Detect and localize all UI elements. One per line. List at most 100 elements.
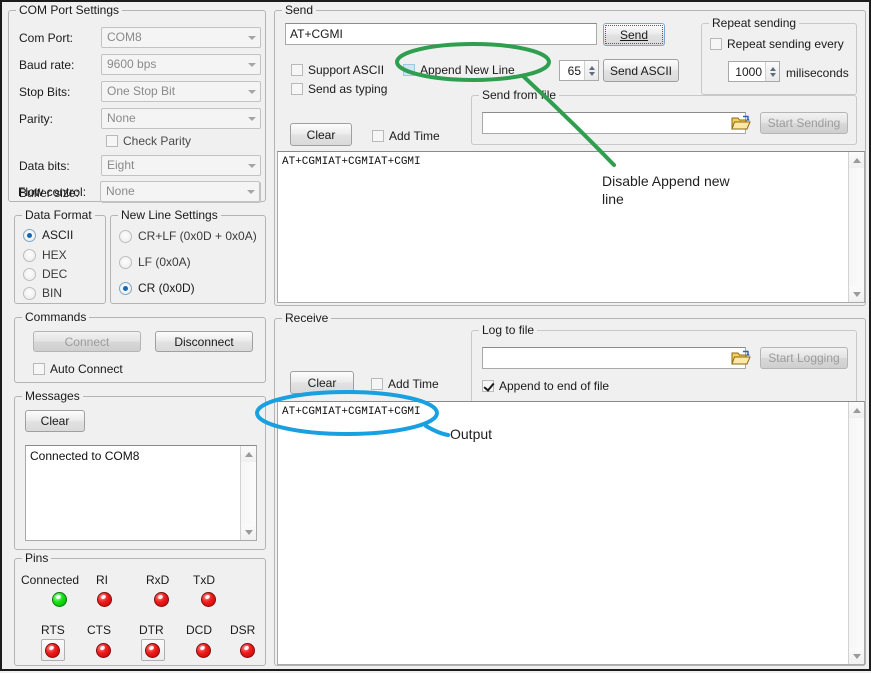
new-line-settings-title: New Line Settings xyxy=(118,208,221,222)
data-bits-label: Data bits: xyxy=(19,159,70,173)
commands-group: Commands Connect Disconnect Auto Connect xyxy=(14,317,266,383)
send-ascii-button[interactable]: Send ASCII xyxy=(603,59,679,82)
chevron-down-icon xyxy=(248,90,256,94)
send-button[interactable]: Send xyxy=(603,23,665,46)
pin-led-dsr xyxy=(240,643,255,658)
receive-title: Receive xyxy=(282,311,331,325)
receive-add-time-label: Add Time xyxy=(388,377,439,391)
radio-dot xyxy=(23,287,36,300)
radio-label: CR (0x0D) xyxy=(138,281,195,295)
send-add-time-label: Add Time xyxy=(389,129,440,143)
send-from-file-title: Send from file xyxy=(479,88,559,102)
data-format-title: Data Format xyxy=(22,208,95,222)
pin-label-txd: TxD xyxy=(193,573,215,587)
log-file-browse-button[interactable] xyxy=(730,348,752,368)
append-new-line-box xyxy=(403,64,415,76)
messages-clear-button[interactable]: Clear xyxy=(25,410,85,432)
log-to-file-group: Log to file Start Logging Append to end … xyxy=(471,330,857,403)
data-format-group: Data Format ASCII HEX DEC BIN xyxy=(14,215,106,304)
spinner-arrows[interactable] xyxy=(584,61,598,80)
stop-bits-value: One Stop Bit xyxy=(107,84,175,98)
radio-data-format-bin[interactable]: BIN xyxy=(23,286,62,300)
start-sending-button[interactable]: Start Sending xyxy=(760,112,848,134)
radio-label: DEC xyxy=(42,267,67,281)
append-new-line-checkbox[interactable]: Append New Line xyxy=(403,63,515,77)
receive-add-time-checkbox[interactable]: Add Time xyxy=(371,377,439,391)
support-ascii-checkbox[interactable]: Support ASCII xyxy=(291,63,384,77)
repeat-sending-label: Repeat sending every xyxy=(727,37,844,51)
check-parity-checkbox[interactable]: Check Parity xyxy=(106,134,191,148)
radio-dot xyxy=(23,268,36,281)
data-bits-select[interactable]: Eight xyxy=(101,155,261,176)
start-logging-button[interactable]: Start Logging xyxy=(760,347,848,369)
scroll-down-icon[interactable] xyxy=(241,524,257,540)
pins-title: Pins xyxy=(22,551,51,565)
pin-led-dcd xyxy=(196,643,211,658)
radio-dot xyxy=(23,249,36,262)
scroll-down-icon[interactable] xyxy=(849,648,865,664)
radio-newline-crlf[interactable]: CR+LF (0x0D + 0x0A) xyxy=(119,229,257,243)
send-log-scrollbar[interactable] xyxy=(848,152,864,302)
scroll-up-icon[interactable] xyxy=(849,152,865,168)
append-to-end-box xyxy=(482,380,494,392)
check-parity-label: Check Parity xyxy=(123,134,191,148)
radio-dot xyxy=(119,282,132,295)
append-to-end-checkbox[interactable]: Append to end of file xyxy=(482,379,609,393)
repeat-sending-group: Repeat sending Repeat sending every 1000… xyxy=(701,23,857,95)
send-ascii-label: Send ASCII xyxy=(610,65,672,77)
log-file-path-input[interactable] xyxy=(482,347,746,369)
radio-dot xyxy=(23,229,36,242)
support-ascii-box xyxy=(291,64,303,76)
pin-led-rxd xyxy=(154,592,169,607)
serial-terminal-window: COM Port Settings Com Port: COM8 Baud ra… xyxy=(0,0,871,671)
annotation-output: Output xyxy=(450,425,492,443)
messages-scrollbar[interactable] xyxy=(240,446,256,540)
send-file-path-input[interactable] xyxy=(482,112,746,134)
pin-label-cts: CTS xyxy=(87,623,111,637)
pin-label-connected: Connected xyxy=(21,573,79,587)
repeat-sending-checkbox[interactable]: Repeat sending every xyxy=(710,37,844,51)
connect-button-label: Connect xyxy=(65,336,110,348)
disconnect-button[interactable]: Disconnect xyxy=(155,331,253,352)
auto-connect-checkbox[interactable]: Auto Connect xyxy=(33,362,123,376)
scroll-up-icon[interactable] xyxy=(241,446,257,462)
scroll-up-icon[interactable] xyxy=(849,402,865,418)
send-file-browse-button[interactable] xyxy=(730,113,752,133)
pin-led-cts xyxy=(96,643,111,658)
pin-led-rts xyxy=(45,643,60,658)
ascii-code-spinner[interactable]: 65 xyxy=(559,60,599,81)
com-port-settings-title: COM Port Settings xyxy=(16,3,122,17)
commands-title: Commands xyxy=(22,310,89,324)
annotation-disable-append-new-line: Disable Append new line xyxy=(602,172,762,208)
send-log[interactable]: AT+CGMIAT+CGMIAT+CGMI xyxy=(277,151,865,303)
radio-newline-lf[interactable]: LF (0x0A) xyxy=(119,255,191,269)
flow-control-select[interactable]: None xyxy=(100,181,260,202)
stop-bits-select[interactable]: One Stop Bit xyxy=(101,81,261,102)
scroll-down-icon[interactable] xyxy=(849,286,865,302)
receive-log[interactable]: AT+CGMIAT+CGMIAT+CGMI xyxy=(277,401,865,665)
receive-clear-button[interactable]: Clear xyxy=(290,371,354,394)
radio-data-format-ascii[interactable]: ASCII xyxy=(23,228,73,242)
new-line-settings-group: New Line Settings CR+LF (0x0D + 0x0A) LF… xyxy=(110,215,266,304)
connect-button[interactable]: Connect xyxy=(33,331,141,352)
chevron-down-icon xyxy=(247,190,255,194)
parity-select[interactable]: None xyxy=(101,108,261,129)
repeat-interval-spinner[interactable]: 1000 xyxy=(728,61,780,82)
messages-title: Messages xyxy=(22,389,83,403)
send-clear-button[interactable]: Clear xyxy=(290,123,352,146)
send-add-time-checkbox[interactable]: Add Time xyxy=(372,129,440,143)
receive-log-scrollbar[interactable] xyxy=(848,402,864,664)
spinner-arrows[interactable] xyxy=(765,62,779,81)
radio-data-format-hex[interactable]: HEX xyxy=(23,248,67,262)
radio-newline-cr[interactable]: CR (0x0D) xyxy=(119,281,195,295)
repeat-interval-value: 1000 xyxy=(729,65,765,79)
baud-rate-select[interactable]: 9600 bps xyxy=(101,54,261,75)
com-port-select[interactable]: COM8 xyxy=(101,27,261,48)
auto-connect-label: Auto Connect xyxy=(50,362,123,376)
send-as-typing-checkbox[interactable]: Send as typing xyxy=(291,82,387,96)
messages-log[interactable]: Connected to COM8 xyxy=(25,445,257,541)
radio-label: CR+LF (0x0D + 0x0A) xyxy=(138,229,257,243)
radio-data-format-dec[interactable]: DEC xyxy=(23,267,67,281)
parity-value: None xyxy=(107,111,136,125)
send-command-input[interactable]: AT+CGMI xyxy=(285,23,597,45)
